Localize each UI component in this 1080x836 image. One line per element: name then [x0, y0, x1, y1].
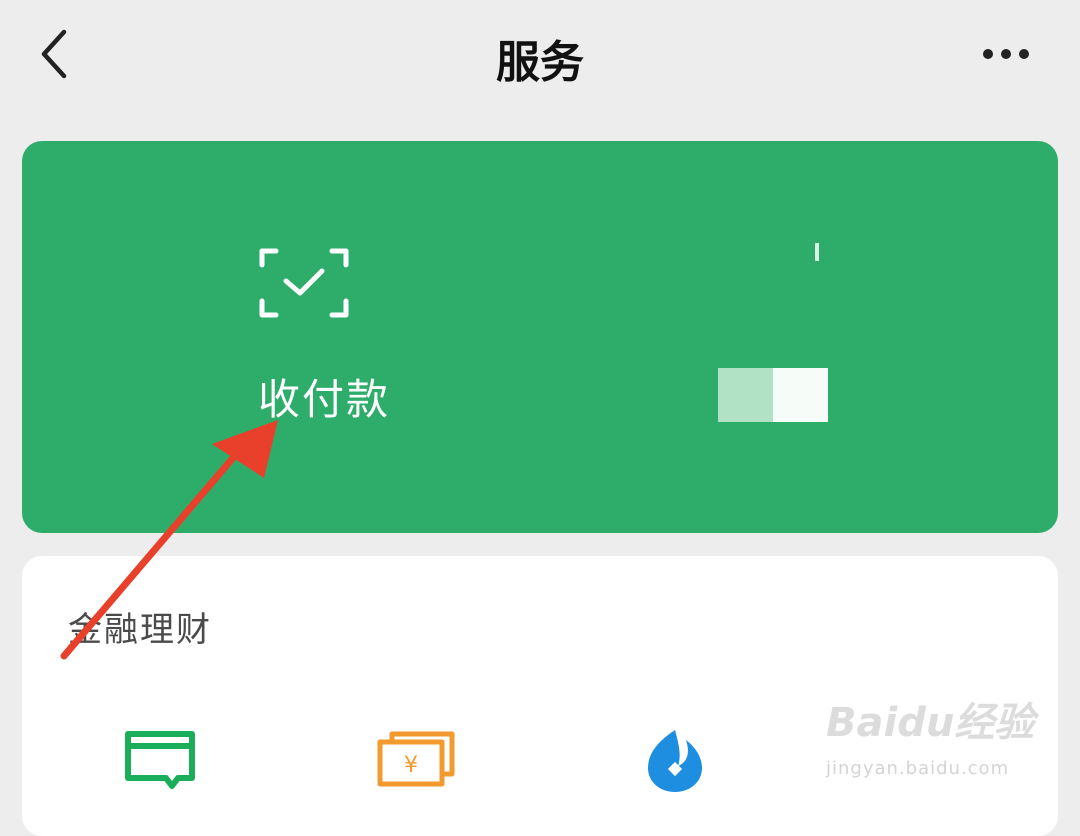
yuan-wallet-icon: ¥: [377, 731, 455, 787]
more-horizontal-icon: [983, 49, 1029, 59]
pay-receive-label: 收付款: [257, 375, 390, 424]
more-button[interactable]: [980, 36, 1040, 76]
section-title: 金融理财: [68, 610, 212, 650]
credit-card-service[interactable]: [122, 726, 212, 796]
redacted-area: [718, 368, 773, 422]
wealth-service[interactable]: [630, 726, 720, 796]
watermark-logo: Baidu经验: [826, 700, 1035, 746]
page-title: 服务: [496, 37, 584, 88]
navigation-bar: 服务: [0, 0, 1080, 115]
payment-card: 收付款: [22, 141, 1058, 533]
scan-check-icon: [259, 248, 349, 318]
wallet-service[interactable]: ¥: [376, 726, 466, 796]
wealth-drop-icon: [648, 730, 702, 792]
credit-card-icon: [125, 731, 195, 789]
watermark: Baidu经验 jingyan.baidu.com: [826, 690, 1046, 790]
redacted-area: [815, 243, 819, 261]
svg-text:¥: ¥: [404, 753, 418, 778]
watermark-url: jingyan.baidu.com: [826, 758, 1010, 779]
redacted-area: [773, 368, 828, 422]
